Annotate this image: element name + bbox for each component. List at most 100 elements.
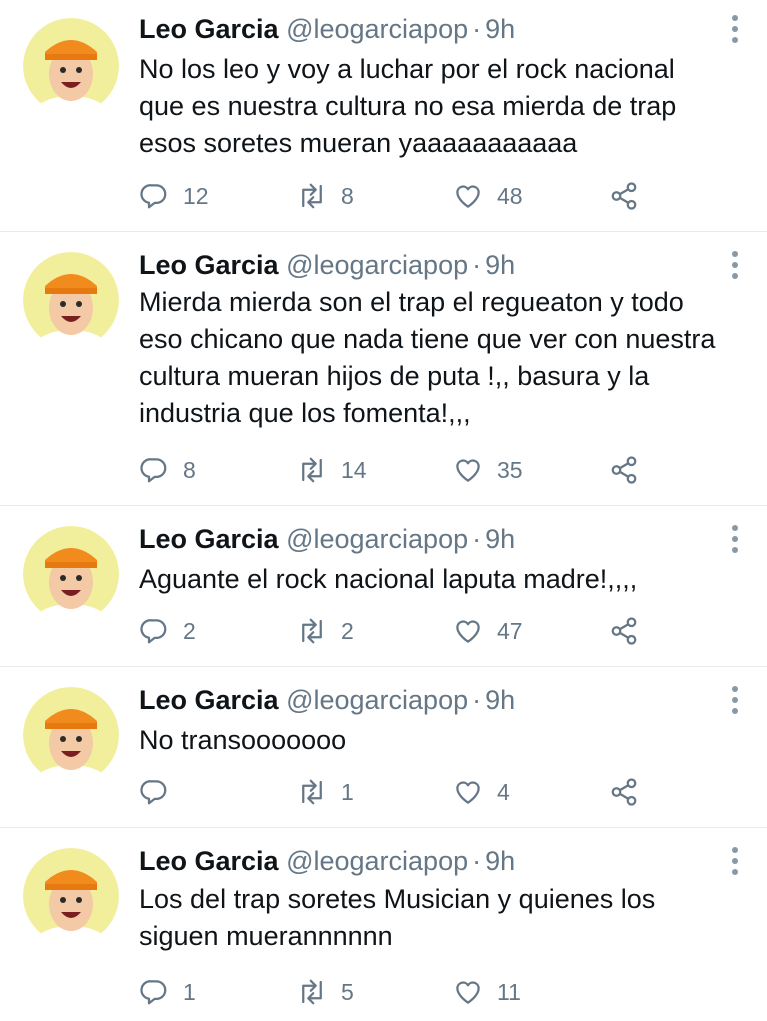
heart-icon bbox=[456, 781, 480, 804]
tweet[interactable]: Leo Garcia @leogarciapop · 9h Mierda mierd… bbox=[0, 232, 767, 506]
avatar[interactable] bbox=[23, 252, 119, 348]
tweet-actions: 8 14 35 bbox=[139, 452, 659, 488]
tweet-feed: Leo Garcia @leogarciapop · 9h No los leo y… bbox=[0, 0, 767, 1021]
tweet-header: Leo Garcia @leogarciapop · 9h bbox=[139, 12, 515, 46]
author-handle[interactable]: @leogarciapop bbox=[286, 685, 468, 715]
reply-button[interactable]: 12 bbox=[139, 178, 209, 214]
author-name[interactable]: Leo Garcia bbox=[139, 250, 279, 280]
author-name[interactable]: Leo Garcia bbox=[139, 846, 279, 876]
separator: · bbox=[472, 250, 482, 280]
tweet-header: Leo Garcia @leogarciapop · 9h bbox=[139, 522, 515, 556]
timestamp[interactable]: 9h bbox=[485, 14, 515, 44]
retweet-count: 8 bbox=[341, 182, 354, 209]
like-count: 4 bbox=[497, 778, 510, 805]
tweet-text: No los leo y voy a luchar por el rock na… bbox=[139, 51, 747, 162]
tweet-text-line: No los leo y voy a luchar por el rock na… bbox=[139, 54, 675, 84]
reply-icon bbox=[140, 780, 167, 805]
timestamp[interactable]: 9h bbox=[485, 685, 515, 715]
share-icon bbox=[611, 182, 637, 210]
tweet-text-line: No transooooooo bbox=[139, 725, 347, 755]
more-options-icon[interactable] bbox=[731, 524, 739, 554]
reply-count: 2 bbox=[183, 617, 196, 644]
reply-icon bbox=[140, 619, 167, 644]
retweet-icon bbox=[302, 618, 322, 644]
reply-count: 1 bbox=[183, 978, 196, 1005]
share-button[interactable] bbox=[609, 452, 639, 488]
tweet-actions: 2 2 47 bbox=[139, 613, 659, 649]
retweet-icon bbox=[302, 779, 322, 805]
reply-button[interactable]: 8 bbox=[139, 452, 196, 488]
retweet-button[interactable]: 5 bbox=[297, 974, 354, 1010]
retweet-icon bbox=[302, 183, 322, 209]
tweet-text-line: Mierda mierda son el trap el regueaton y… bbox=[139, 287, 684, 317]
like-count: 47 bbox=[497, 617, 523, 644]
tweet-header: Leo Garcia @leogarciapop · 9h bbox=[139, 248, 515, 282]
timestamp[interactable]: 9h bbox=[485, 846, 515, 876]
tweet-text-line: siguen muerannnnnn bbox=[139, 921, 393, 951]
share-button[interactable] bbox=[609, 613, 639, 649]
retweet-count: 14 bbox=[341, 456, 367, 483]
tweet-text: Aguante el rock nacional laputa madre!,,… bbox=[139, 561, 747, 598]
like-button[interactable]: 11 bbox=[453, 974, 521, 1010]
retweet-count: 2 bbox=[341, 617, 354, 644]
tweet-text: Los del trap soretes Musician y quienes … bbox=[139, 881, 747, 955]
retweet-button[interactable]: 2 bbox=[297, 613, 354, 649]
reply-count: 12 bbox=[183, 182, 209, 209]
share-button[interactable] bbox=[609, 178, 639, 214]
like-button[interactable]: 35 bbox=[453, 452, 523, 488]
tweet-text-line: esos soretes mueran yaaaaaaaaaaa bbox=[139, 128, 578, 158]
more-options-icon[interactable] bbox=[731, 846, 739, 876]
author-name[interactable]: Leo Garcia bbox=[139, 685, 279, 715]
tweet[interactable]: Leo Garcia @leogarciapop · 9h Aguante el r… bbox=[0, 506, 767, 667]
like-button[interactable]: 48 bbox=[453, 178, 523, 214]
tweet-text-line: industria que los fomenta!,,, bbox=[139, 398, 471, 428]
timestamp[interactable]: 9h bbox=[485, 524, 515, 554]
tweet[interactable]: Leo Garcia @leogarciapop · 9h No transoooo… bbox=[0, 667, 767, 828]
avatar[interactable] bbox=[23, 687, 119, 783]
tweet-header: Leo Garcia @leogarciapop · 9h bbox=[139, 844, 515, 878]
reply-icon bbox=[140, 458, 167, 483]
like-button[interactable]: 47 bbox=[453, 613, 523, 649]
share-button[interactable] bbox=[609, 774, 639, 810]
more-options-icon[interactable] bbox=[731, 685, 739, 715]
tweet[interactable]: Leo Garcia @leogarciapop · 9h Los del trap… bbox=[0, 828, 767, 1021]
timestamp[interactable]: 9h bbox=[485, 250, 515, 280]
reply-count: 8 bbox=[183, 456, 196, 483]
tweet[interactable]: Leo Garcia @leogarciapop · 9h No los leo y… bbox=[0, 0, 767, 232]
tweet-header: Leo Garcia @leogarciapop · 9h bbox=[139, 683, 515, 717]
like-count: 48 bbox=[497, 182, 523, 209]
retweet-count: 5 bbox=[341, 978, 354, 1005]
avatar[interactable] bbox=[23, 526, 119, 622]
author-name[interactable]: Leo Garcia bbox=[139, 524, 279, 554]
separator: · bbox=[472, 524, 482, 554]
author-handle[interactable]: @leogarciapop bbox=[286, 846, 468, 876]
tweet-text-line: Los del trap soretes Musician y quienes … bbox=[139, 884, 656, 914]
reply-button[interactable] bbox=[139, 774, 183, 810]
retweet-button[interactable]: 1 bbox=[297, 774, 354, 810]
author-handle[interactable]: @leogarciapop bbox=[286, 524, 468, 554]
like-button[interactable]: 4 bbox=[453, 774, 510, 810]
separator: · bbox=[472, 685, 482, 715]
avatar[interactable] bbox=[23, 18, 119, 114]
more-options-icon[interactable] bbox=[731, 250, 739, 280]
reply-button[interactable]: 1 bbox=[139, 974, 196, 1010]
tweet-text-line: eso chicano que nada tiene que ver con n… bbox=[139, 324, 716, 354]
like-count: 35 bbox=[497, 456, 523, 483]
author-handle[interactable]: @leogarciapop bbox=[286, 14, 468, 44]
author-handle[interactable]: @leogarciapop bbox=[286, 250, 468, 280]
retweet-button[interactable]: 14 bbox=[297, 452, 367, 488]
tweet-text-line: cultura mueran hijos de puta !,, basura … bbox=[139, 361, 650, 391]
reply-icon bbox=[140, 184, 167, 209]
author-name[interactable]: Leo Garcia bbox=[139, 14, 279, 44]
retweet-icon bbox=[302, 979, 322, 1005]
avatar[interactable] bbox=[23, 848, 119, 944]
tweet-actions: 12 8 48 bbox=[139, 178, 659, 214]
heart-icon bbox=[456, 981, 480, 1004]
more-options-icon[interactable] bbox=[731, 14, 739, 44]
like-count: 11 bbox=[497, 978, 521, 1005]
share-icon bbox=[611, 617, 637, 645]
tweet-actions: 1 5 11 bbox=[139, 974, 659, 1010]
reply-button[interactable]: 2 bbox=[139, 613, 196, 649]
retweet-button[interactable]: 8 bbox=[297, 178, 354, 214]
tweet-text-line: Aguante el rock nacional laputa madre!,,… bbox=[139, 564, 638, 594]
